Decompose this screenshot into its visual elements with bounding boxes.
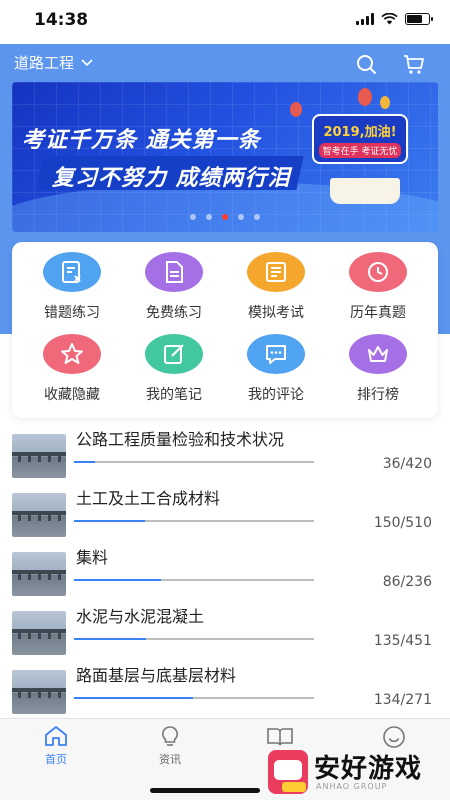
comment-icon bbox=[247, 334, 305, 374]
tab-label: 首页 bbox=[45, 753, 67, 766]
category-past-papers[interactable]: 历年真题 bbox=[328, 242, 428, 322]
status-time: 14:38 bbox=[34, 10, 89, 30]
notes-icon bbox=[145, 334, 203, 374]
chapter-progress-bar bbox=[74, 461, 314, 463]
category-label: 免费练习 bbox=[146, 305, 202, 321]
carousel-dot-active[interactable] bbox=[222, 214, 228, 220]
category-favorites[interactable]: 收藏隐藏 bbox=[22, 324, 122, 404]
status-bar: 14:38 bbox=[0, 0, 450, 44]
chapter-title: 路面基层与底基层材料 bbox=[76, 666, 237, 685]
chapter-title: 集料 bbox=[76, 548, 109, 567]
cart-icon[interactable] bbox=[402, 52, 426, 76]
document-icon bbox=[145, 252, 203, 292]
star-icon bbox=[43, 334, 101, 374]
chapter-row[interactable]: 集料 86/236 bbox=[0, 542, 450, 600]
home-icon bbox=[45, 726, 67, 746]
balloon-decoration bbox=[290, 102, 302, 117]
chapter-count: 36/420 bbox=[382, 456, 432, 472]
chapter-thumbnail bbox=[12, 552, 66, 596]
wrong-questions-icon bbox=[43, 252, 101, 292]
category-leaderboard[interactable]: 排行榜 bbox=[328, 324, 428, 404]
category-label: 模拟考试 bbox=[248, 305, 304, 321]
tab-news[interactable]: 资讯 bbox=[140, 725, 200, 767]
carousel-dot[interactable] bbox=[238, 214, 244, 220]
chapter-title: 公路工程质量检验和技术状况 bbox=[76, 430, 285, 449]
category-label: 历年真题 bbox=[350, 305, 406, 321]
category-mock-exam[interactable]: 模拟考试 bbox=[226, 242, 326, 322]
chapter-progress-bar bbox=[74, 579, 314, 581]
chapter-row[interactable]: 土工及土工合成材料 150/510 bbox=[0, 483, 450, 541]
badge-title: 2019,加油! bbox=[323, 124, 397, 140]
carousel-indicator bbox=[12, 214, 438, 220]
chapter-count: 134/271 bbox=[373, 692, 432, 708]
chapter-count: 150/510 bbox=[373, 515, 432, 531]
category-my-notes[interactable]: 我的笔记 bbox=[124, 324, 224, 404]
lightbulb-icon bbox=[162, 726, 178, 746]
watermark-text: 安好游戏 bbox=[314, 754, 423, 784]
gamepad-icon bbox=[268, 750, 308, 794]
banner-slogan-2: 复习不努力 成绩两行泪 bbox=[52, 166, 291, 191]
chapter-row[interactable]: 公路工程质量检验和技术状况 36/420 bbox=[0, 424, 450, 482]
balloon-decoration bbox=[358, 88, 372, 106]
exam-list-icon bbox=[247, 252, 305, 292]
banner-badge: 2019,加油! 智考在手 考证无忧 bbox=[312, 114, 408, 164]
carousel-dot[interactable] bbox=[206, 214, 212, 220]
crown-icon bbox=[349, 334, 407, 374]
battery-icon bbox=[405, 13, 433, 25]
chapter-title: 水泥与水泥混凝土 bbox=[76, 607, 205, 626]
chapter-row[interactable]: 水泥与水泥混凝土 135/451 bbox=[0, 601, 450, 659]
search-icon[interactable] bbox=[354, 52, 378, 76]
balloon-decoration bbox=[380, 96, 390, 109]
category-label: 我的笔记 bbox=[146, 387, 202, 403]
signal-icon bbox=[356, 13, 374, 25]
chevron-down-icon bbox=[81, 58, 93, 66]
chapter-count: 135/451 bbox=[373, 633, 432, 649]
chapter-thumbnail bbox=[12, 434, 66, 478]
chapter-row[interactable]: 路面基层与底基层材料 134/271 bbox=[0, 660, 450, 718]
history-clock-icon bbox=[349, 252, 407, 292]
badge-subtitle: 智考在手 考证无忧 bbox=[318, 142, 402, 158]
carousel-dot[interactable] bbox=[254, 214, 260, 220]
promo-banner[interactable]: 考证千万条 通关第一条 复习不努力 成绩两行泪 2019,加油! 智考在手 考证… bbox=[12, 82, 438, 232]
category-wrong-practice[interactable]: 错题练习 bbox=[22, 242, 122, 322]
category-label: 收藏隐藏 bbox=[44, 387, 100, 403]
category-my-comments[interactable]: 我的评论 bbox=[226, 324, 326, 404]
tab-home[interactable]: 首页 bbox=[26, 725, 86, 767]
wifi-icon bbox=[381, 13, 398, 25]
category-label: 错题练习 bbox=[44, 305, 100, 321]
region-selector[interactable]: 道路工程 bbox=[14, 52, 94, 73]
tab-label: 资讯 bbox=[159, 753, 181, 766]
book-icon bbox=[267, 728, 293, 746]
home-indicator bbox=[150, 788, 260, 793]
book-illustration bbox=[330, 178, 400, 204]
banner-slogan-1: 考证千万条 通关第一条 bbox=[22, 128, 261, 153]
chapter-thumbnail bbox=[12, 670, 66, 714]
app-header: 道路工程 bbox=[0, 44, 450, 82]
chapter-progress-bar bbox=[74, 697, 314, 699]
chapter-thumbnail bbox=[12, 611, 66, 655]
category-label: 排行榜 bbox=[357, 387, 399, 403]
chapter-count: 86/236 bbox=[382, 574, 432, 590]
category-free-practice[interactable]: 免费练习 bbox=[124, 242, 224, 322]
watermark-logo: 安好游戏 ANHAO GROUP bbox=[262, 746, 450, 800]
chapter-progress-bar bbox=[74, 520, 314, 522]
chapter-thumbnail bbox=[12, 493, 66, 537]
carousel-dot[interactable] bbox=[190, 214, 196, 220]
chapter-progress-bar bbox=[74, 638, 314, 640]
watermark-subtext: ANHAO GROUP bbox=[316, 782, 388, 791]
region-label: 道路工程 bbox=[14, 54, 75, 72]
chapter-title: 土工及土工合成材料 bbox=[76, 489, 221, 508]
status-icons bbox=[356, 13, 433, 25]
category-label: 我的评论 bbox=[248, 387, 304, 403]
category-card: 错题练习 免费练习 模拟考试 历年真题 收藏隐藏 我的笔记 我的评论 排行榜 bbox=[12, 242, 438, 418]
